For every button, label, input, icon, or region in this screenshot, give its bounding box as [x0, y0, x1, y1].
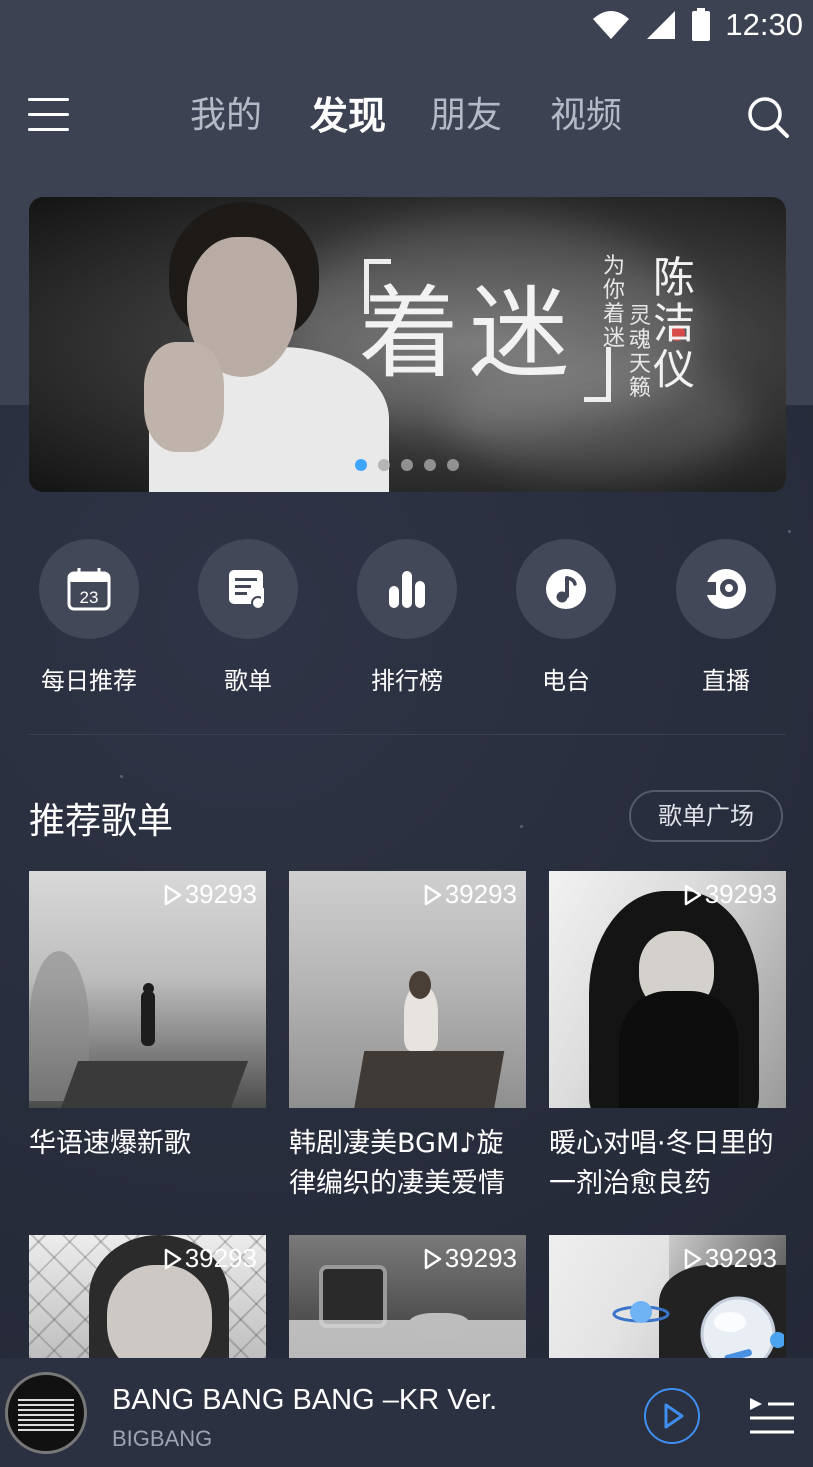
play-count-icon [684, 884, 701, 905]
tab-discover[interactable]: 发现 [310, 88, 430, 144]
status-time: 12:30 [725, 7, 803, 42]
playlist-card[interactable]: 39293 [29, 1235, 266, 1358]
quick-nav: 23 每日推荐 歌单 排行榜 电台 直播 [29, 539, 786, 699]
play-count: 39293 [163, 1243, 257, 1274]
mini-player[interactable]: BANG BANG BANG –KR Ver. BIGBANG [0, 1358, 813, 1467]
tab-video[interactable]: 视频 [550, 88, 670, 144]
quick-nav-label: 直播 [702, 667, 750, 695]
play-count: 39293 [163, 879, 257, 910]
cellular-signal-icon [647, 11, 676, 39]
page-dot [424, 459, 436, 471]
page-dot [378, 459, 390, 471]
play-count-icon [424, 1248, 441, 1269]
playlist-card[interactable]: 39293 [289, 1235, 526, 1358]
playlist-queue-button[interactable] [748, 1396, 796, 1436]
status-bar: 12:30 [591, 6, 803, 44]
play-count: 39293 [423, 1243, 517, 1274]
playlist-title: 暖心对唱·冬日里的一剂治愈良药 [549, 1128, 774, 1199]
page-dot-active [355, 459, 367, 471]
quick-nav-label: 电台 [542, 667, 590, 695]
banner-artist: 陈洁仪 [653, 253, 696, 394]
quick-nav-live[interactable]: 直播 [666, 539, 786, 696]
svg-text:23: 23 [80, 588, 99, 607]
tab-friends[interactable]: 朋友 [430, 88, 550, 144]
playlist-card[interactable]: 39293 暖心对唱·冬日里的一剂治愈良药 [549, 871, 786, 1204]
radio-icon [546, 569, 586, 609]
tab-mine[interactable]: 我的 [190, 88, 310, 144]
section-title: 推荐歌单 [29, 801, 174, 842]
play-button[interactable] [644, 1388, 700, 1444]
play-count-icon [164, 884, 181, 905]
playlist-cover: 39293 [29, 1235, 266, 1358]
playlist-cover: 39293 [289, 1235, 526, 1358]
page-dot [447, 459, 459, 471]
quick-nav-label: 排行榜 [371, 667, 443, 695]
playlist-card[interactable]: 39293 华语速爆新歌 [29, 871, 266, 1164]
play-count-icon [684, 1248, 701, 1269]
quick-nav-label: 歌单 [224, 667, 272, 695]
playlist-plaza-button[interactable]: 歌单广场 [629, 790, 783, 842]
quick-nav-daily[interactable]: 23 每日推荐 [29, 539, 149, 696]
playlist-card[interactable]: 39293 韩剧凄美BGM♪旋律编织的凄美爱情 [289, 871, 526, 1204]
page-dot [401, 459, 413, 471]
promo-banner[interactable]: 着迷 为你着迷 灵魂天籁 陈洁仪 [29, 197, 786, 492]
banner-page-indicator [355, 459, 459, 471]
play-count: 39293 [423, 879, 517, 910]
now-playing-artist: BIGBANG [112, 1426, 213, 1451]
play-count-icon [164, 1248, 181, 1269]
play-count: 39293 [683, 1243, 777, 1274]
search-icon [748, 97, 789, 138]
playlist-title: 韩剧凄美BGM♪旋律编织的凄美爱情 [289, 1128, 505, 1199]
album-cover[interactable] [5, 1372, 87, 1454]
play-count: 39293 [683, 879, 777, 910]
calendar-icon: 23 [67, 568, 111, 611]
playlist-cover: 39293 [29, 871, 266, 1108]
banner-title: 着迷 [359, 275, 579, 392]
now-playing-title: BANG BANG BANG –KR Ver. [112, 1384, 498, 1416]
quick-nav-radio[interactable]: 电台 [506, 539, 626, 696]
section-divider [29, 734, 786, 735]
queue-icon [750, 1398, 794, 1434]
playlist-icon [229, 570, 265, 610]
search-button[interactable] [746, 95, 790, 139]
top-tabs: 我的 发现 朋友 视频 [190, 88, 670, 144]
wifi-icon [593, 11, 630, 39]
quick-nav-label: 每日推荐 [41, 667, 137, 695]
planet-icon [612, 1301, 670, 1323]
live-icon [706, 569, 746, 609]
playlist-cover: 39293 [549, 871, 786, 1108]
battery-icon [692, 8, 711, 41]
bar-chart-icon [389, 571, 425, 608]
quick-nav-charts[interactable]: 排行榜 [347, 539, 467, 696]
quick-nav-playlist[interactable]: 歌单 [188, 539, 308, 696]
playlist-cover: 39293 [289, 871, 526, 1108]
menu-button[interactable] [28, 98, 69, 132]
play-count-icon [424, 884, 441, 905]
play-icon [664, 1403, 684, 1429]
playlist-title: 华语速爆新歌 [29, 1128, 191, 1159]
